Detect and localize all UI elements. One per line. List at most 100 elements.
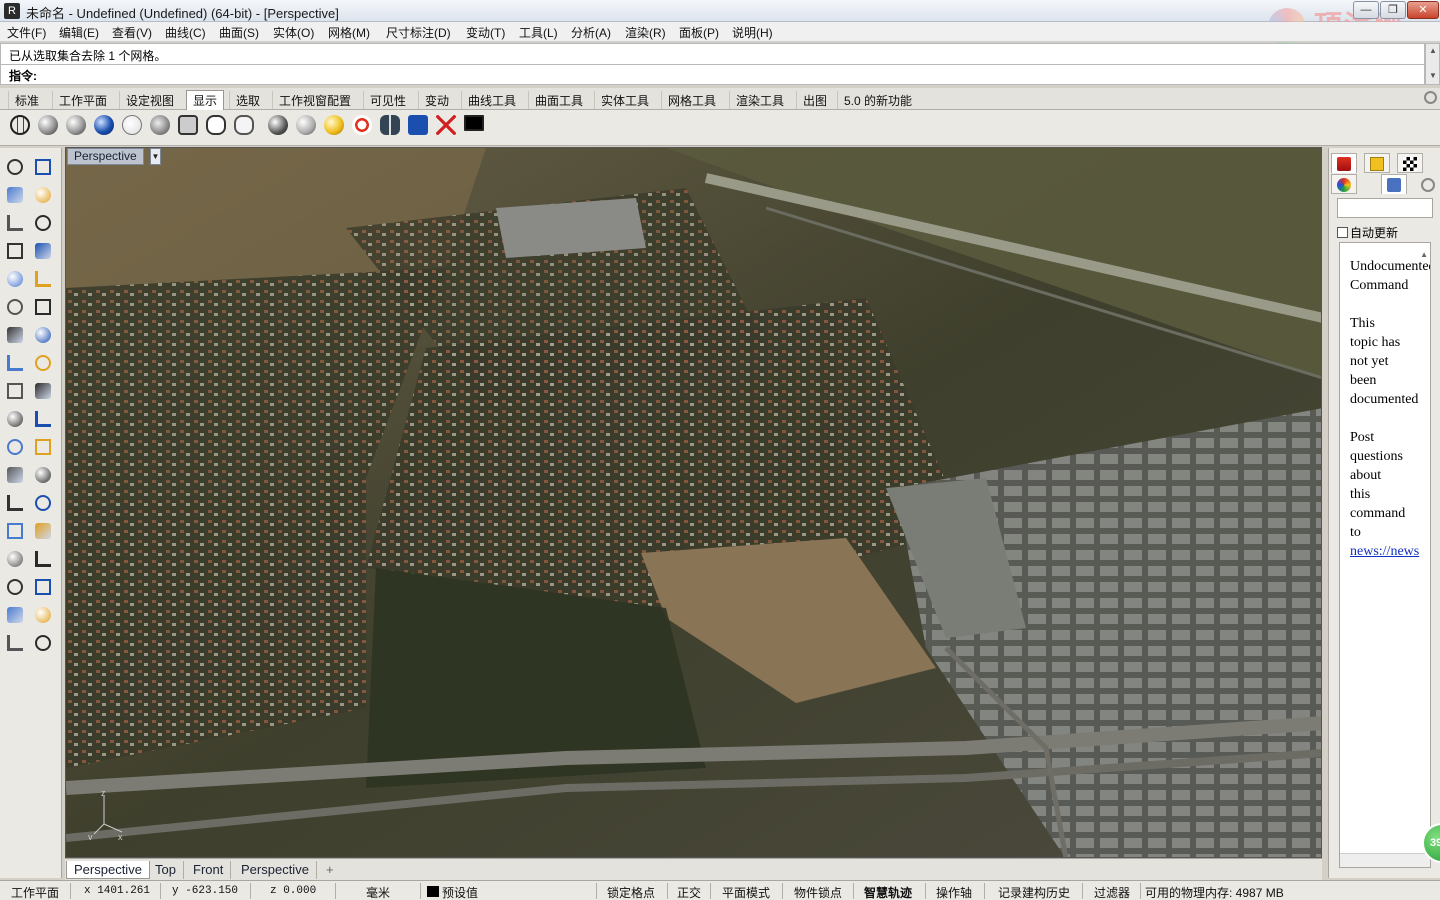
technical-icon[interactable] <box>176 113 200 137</box>
menu-solid[interactable]: 实体(O) <box>273 24 314 41</box>
tab-cplanes[interactable]: 工作平面 <box>52 91 113 109</box>
panel-tab-properties[interactable] <box>1331 153 1357 173</box>
polyline-icon[interactable] <box>4 184 26 206</box>
panel-tab-display[interactable] <box>1397 153 1423 173</box>
viewport-tab-top[interactable]: Top <box>148 861 184 879</box>
menu-tools[interactable]: 工具(L) <box>519 24 558 41</box>
viewport-tab-perspective-2[interactable]: Perspective <box>234 861 317 879</box>
xray-icon[interactable] <box>148 113 172 137</box>
check-icon[interactable] <box>32 604 54 626</box>
tab-solid-tools[interactable]: 实体工具 <box>594 91 655 109</box>
tab-set-view[interactable]: 设定视图 <box>119 91 180 109</box>
menu-analyze[interactable]: 分析(A) <box>571 24 611 41</box>
offset-curve-icon[interactable] <box>4 296 26 318</box>
move-icon[interactable] <box>32 492 54 514</box>
analyze-icon[interactable] <box>4 632 26 654</box>
control-point-curve-icon[interactable] <box>32 184 54 206</box>
command-scrollbar[interactable]: ▲ ▼ <box>1425 43 1440 85</box>
menu-mesh[interactable]: 网格(M) <box>328 24 370 41</box>
extend-curve-icon[interactable] <box>32 296 54 318</box>
split-icon[interactable] <box>32 408 54 430</box>
shaded-icon[interactable] <box>36 113 60 137</box>
menu-edit[interactable]: 编辑(E) <box>59 24 99 41</box>
help-search-input[interactable] <box>1337 198 1433 218</box>
status-layer[interactable]: 预设值 <box>442 884 478 900</box>
array-icon[interactable] <box>4 576 26 598</box>
add-viewport-tab-button[interactable]: + <box>319 861 341 879</box>
minimize-button[interactable]: — <box>1353 1 1379 19</box>
toggle-filter[interactable]: 过滤器 <box>1094 884 1130 900</box>
explode-icon[interactable] <box>4 436 26 458</box>
viewport-menu-chevron-icon[interactable]: ▼ <box>150 148 161 165</box>
circle-icon[interactable] <box>4 212 26 234</box>
maximize-button[interactable]: ❐ <box>1380 1 1406 19</box>
text-icon[interactable] <box>4 492 26 514</box>
menu-surface[interactable]: 曲面(S) <box>219 24 259 41</box>
extract-icon[interactable] <box>4 604 26 626</box>
extrude-icon[interactable] <box>4 380 26 402</box>
status-cplane[interactable]: 工作平面 <box>11 884 59 900</box>
ungroup-icon[interactable] <box>32 520 54 542</box>
pen-icon[interactable] <box>232 113 256 137</box>
tab-select[interactable]: 选取 <box>229 91 266 109</box>
fillet-curve-icon[interactable] <box>32 268 54 290</box>
glasses-icon[interactable] <box>378 113 402 137</box>
viewport-tab-perspective[interactable]: Perspective <box>66 861 150 879</box>
box-icon[interactable] <box>4 324 26 346</box>
align-icon[interactable] <box>32 576 54 598</box>
help-scroll-up-icon[interactable]: ▲ <box>1420 245 1428 264</box>
tab-standard[interactable]: 标准 <box>8 91 45 109</box>
tab-mesh-tools[interactable]: 网格工具 <box>661 91 722 109</box>
tab-drafting[interactable]: 出图 <box>796 91 833 109</box>
menu-curve[interactable]: 曲线(C) <box>165 24 206 41</box>
tab-display[interactable]: 显示 <box>186 90 225 110</box>
toggle-osnap[interactable]: 物件锁点 <box>794 884 842 900</box>
panel-gear-icon[interactable] <box>1421 178 1435 192</box>
viewport-title-tab[interactable]: Perspective <box>67 148 144 165</box>
ellipse-icon[interactable] <box>32 212 54 234</box>
tab-surface-tools[interactable]: 曲面工具 <box>528 91 589 109</box>
toggle-gumball[interactable]: 操作轴 <box>936 884 972 900</box>
gear-icon[interactable] <box>1424 91 1437 104</box>
menu-render[interactable]: 渲染(R) <box>625 24 666 41</box>
close-button[interactable]: ✕ <box>1407 1 1439 19</box>
toggle-smarttrack[interactable]: 智慧轨迹 <box>864 884 912 900</box>
menu-dimension[interactable]: 尺寸标注(D) <box>386 24 451 41</box>
group-icon[interactable] <box>4 520 26 542</box>
camera-icon[interactable] <box>406 113 430 137</box>
rotate-icon[interactable] <box>4 464 26 486</box>
toggle-planar[interactable]: 平面模式 <box>722 884 770 900</box>
plane-surface-icon[interactable] <box>32 352 54 374</box>
toggle-ortho[interactable]: 正交 <box>677 884 701 900</box>
render-icon[interactable] <box>32 632 54 654</box>
tab-new-in-v5[interactable]: 5.0 的新功能 <box>837 91 918 109</box>
viewport-tab-front[interactable]: Front <box>186 861 232 879</box>
sphere-gray-icon[interactable] <box>294 113 318 137</box>
rendered-blue-icon[interactable] <box>92 113 116 137</box>
scroll-up-icon[interactable]: ▲ <box>1429 47 1437 55</box>
tab-curve-tools[interactable]: 曲线工具 <box>461 91 522 109</box>
status-units[interactable]: 毫米 <box>366 884 390 900</box>
menu-file[interactable]: 文件(F) <box>7 24 46 41</box>
panel-tab-layers[interactable] <box>1364 153 1390 173</box>
menu-panels[interactable]: 面板(P) <box>679 24 719 41</box>
ghosted-icon[interactable] <box>120 113 144 137</box>
menu-view[interactable]: 查看(V) <box>112 24 152 41</box>
artistic-icon[interactable] <box>204 113 228 137</box>
wireframe-icon[interactable] <box>8 113 32 137</box>
panel-tab-help[interactable] <box>1381 174 1407 194</box>
join-icon[interactable] <box>32 436 54 458</box>
menu-help[interactable]: 说明(H) <box>732 24 773 41</box>
layer-color-swatch[interactable] <box>427 886 439 897</box>
mesh-box-icon[interactable] <box>4 548 26 570</box>
help-horizontal-scrollbar[interactable] <box>1340 853 1430 867</box>
cylinder-icon[interactable] <box>4 352 26 374</box>
tab-viewport-layout[interactable]: 工作视窗配置 <box>272 91 357 109</box>
close-red-icon[interactable] <box>434 113 458 137</box>
rectangle-icon[interactable] <box>32 240 54 262</box>
toggle-record-history[interactable]: 记录建构历史 <box>998 884 1070 900</box>
sphere-yellow-icon[interactable] <box>322 113 346 137</box>
viewport-perspective[interactable] <box>65 147 1322 858</box>
help-newsgroup-link[interactable]: news://news <box>1350 544 1419 559</box>
globe-mode-icon[interactable] <box>266 113 290 137</box>
